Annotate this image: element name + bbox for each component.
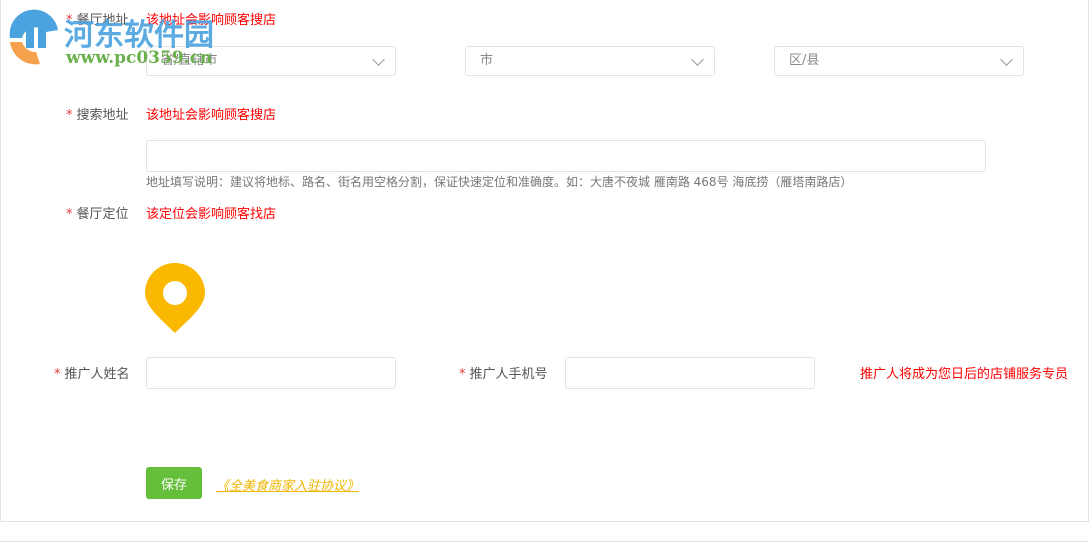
search-hint: 该地址会影响顾客搜店 xyxy=(146,108,277,123)
search-label: * 搜索地址 xyxy=(66,108,129,123)
address-note: 地址填写说明：建议将地标、路名、街名用空格分割，保证快速定位和准确度。如：大唐不… xyxy=(146,175,853,189)
watermark-logo: 河东软件园 www.pc0359.cn xyxy=(6,8,214,70)
promoter-phone-label: * 推广人手机号 xyxy=(459,367,548,382)
promoter-hint: 推广人将成为您日后的店铺服务专员 xyxy=(860,367,1069,382)
chevron-down-icon xyxy=(1000,53,1013,66)
city-select[interactable]: 市 xyxy=(465,46,715,76)
search-address-input[interactable] xyxy=(146,140,986,172)
agreement-link[interactable]: 《全美食商家入驻协议》 xyxy=(216,475,359,494)
promoter-phone-input[interactable] xyxy=(565,357,815,389)
form-panel xyxy=(0,0,1089,522)
district-select[interactable]: 区/县 xyxy=(774,46,1024,76)
location-hint: 该定位会影响顾客找店 xyxy=(146,207,277,222)
promoter-name-label: * 推广人姓名 xyxy=(54,367,130,382)
promoter-name-input[interactable] xyxy=(146,357,396,389)
divider xyxy=(0,541,1089,542)
chevron-down-icon xyxy=(691,53,704,66)
map-pin-icon[interactable] xyxy=(145,263,205,335)
save-button[interactable]: 保存 xyxy=(146,467,202,499)
location-label: * 餐厅定位 xyxy=(66,207,129,222)
chevron-down-icon xyxy=(372,53,385,66)
